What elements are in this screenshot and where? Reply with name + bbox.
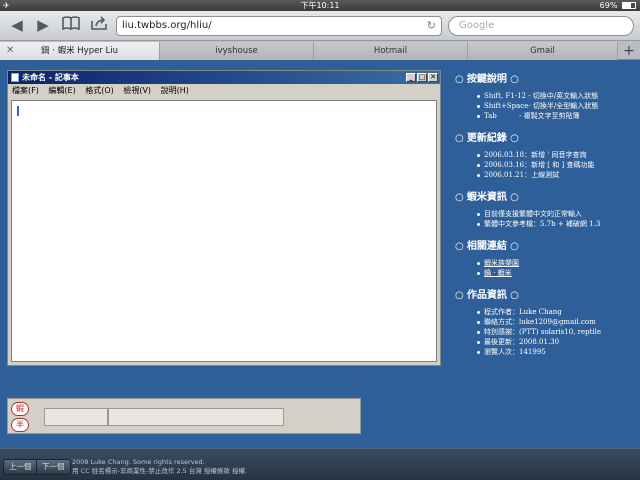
menu-format[interactable]: 格式(O) (85, 86, 114, 95)
close-tab-icon[interactable]: ✕ (6, 42, 14, 60)
new-tab-plus-icon[interactable]: + (618, 42, 640, 60)
ime-mode-toggle[interactable]: 蝦 (11, 402, 29, 416)
maximize-icon[interactable]: □ (417, 73, 427, 82)
browser-toolbar: ◀ ▶ liu.twbbs.org/hliu/ ↻ Google (0, 11, 640, 41)
battery-percent: 69% (599, 1, 618, 10)
tab-hotmail[interactable]: Hotmail (314, 42, 468, 60)
tab-label: ivyshouse (215, 46, 258, 56)
notepad-window: 未命名 - 記事本 _ □ ✕ 檔案(F) 編輯(E) 格式(O) 檢視(V) 說明… (7, 70, 441, 366)
list-item: 2006.03.18：新增 ' 同音字查詢 (477, 150, 635, 160)
section-title: ○ 更新紀錄 ○ (455, 133, 519, 144)
menu-view[interactable]: 檢視(V) (123, 86, 151, 95)
list-item: Shift+Space- 切換半/全型輸入狀態 (477, 101, 635, 111)
share-icon[interactable] (86, 15, 112, 35)
forward-arrow-icon[interactable]: ▶ (30, 15, 56, 35)
battery-indicator: 69% (600, 0, 636, 11)
list-item: 瀏覽人次：141995 (477, 347, 635, 357)
license-text: 用 CC 姓名標示-非商業性-禁止改作 2.5 台灣 授權條款 授權. (72, 467, 248, 475)
section-links: ○ 相關連結 ○ 蝦米族樂園 鍋 · 蝦米 (455, 237, 635, 278)
list-item: 蝦米族樂園 (477, 258, 635, 268)
previous-button[interactable]: 上一個 (3, 459, 38, 475)
list-item: 程式作者：Luke Chang (477, 307, 635, 317)
section-title: ○ 相關連結 ○ (455, 241, 519, 252)
ime-code-box[interactable] (44, 408, 108, 426)
close-icon[interactable]: ✕ (428, 73, 438, 82)
text-caret (17, 106, 19, 116)
bookmarks-icon[interactable] (58, 15, 84, 35)
width-mode-toggle[interactable]: 半 (11, 418, 29, 432)
tab-bar: ✕ 鍋 · 蝦米 Hyper Liu ivyshouse Hotmail Gma… (0, 41, 640, 60)
status-bar: ✈ 下午10:11 69% (0, 0, 640, 11)
list-item: 2006.01.21：上線測試 (477, 170, 635, 180)
notepad-text-area[interactable] (11, 100, 437, 362)
back-arrow-icon[interactable]: ◀ (4, 15, 30, 35)
notepad-menu-bar: 檔案(F) 編輯(E) 格式(O) 檢視(V) 說明(H) (8, 84, 440, 98)
list-item: 最後更新：2008.01.30 (477, 337, 635, 347)
url-text: liu.twbbs.org/hliu/ (122, 20, 212, 31)
tab-label: Gmail (530, 46, 555, 56)
menu-help[interactable]: 說明(H) (161, 86, 189, 95)
section-title: ○ 作品資訊 ○ (455, 290, 519, 301)
list-item: Tab - 複製文字至剪貼簿 (477, 111, 635, 121)
tab-ivyshouse[interactable]: ivyshouse (160, 42, 314, 60)
copyright-text: 2008 Luke Chang. Some rights reserved. 用… (72, 458, 248, 475)
section-about: ○ 作品資訊 ○ 程式作者：Luke Chang 聯絡方式：luke1209@g… (455, 286, 635, 357)
section-title: ○ 蝦米資訊 ○ (455, 192, 519, 203)
list-item: 2006.03.16：新增 [ 和 ] 查碼功能 (477, 160, 635, 170)
section-title: ○ 按鍵說明 ○ (455, 74, 519, 85)
notepad-app-icon (11, 73, 19, 82)
link-liu-paradise[interactable]: 蝦米族樂園 (484, 259, 519, 267)
address-bar[interactable]: liu.twbbs.org/hliu/ ↻ (116, 16, 442, 36)
ime-candidate-box[interactable] (108, 408, 284, 426)
minimize-icon[interactable]: _ (406, 73, 416, 82)
next-button[interactable]: 下一個 (36, 459, 71, 475)
section-info: ○ 蝦米資訊 ○ 目前僅支援繁體中文的正常輸入 繁體中文參考檔：5.7b + 補… (455, 188, 635, 229)
list-item: 聯絡方式：luke1209@gmail.com (477, 317, 635, 327)
tab-hyper-liu[interactable]: ✕ 鍋 · 蝦米 Hyper Liu (0, 42, 160, 60)
notepad-title: 未命名 - 記事本 (22, 73, 79, 82)
link-hyper-liu[interactable]: 鍋 · 蝦米 (484, 269, 512, 277)
list-item: 特別感謝：(PTT) solaris10, reptile (477, 327, 635, 337)
ime-input-bar: 蝦 半 (7, 398, 361, 434)
list-item: 鍋 · 蝦米 (477, 268, 635, 278)
list-item: Shift, F1-12 - 切換中/英文輸入狀態 (477, 91, 635, 101)
tab-label: Hotmail (373, 46, 408, 56)
menu-file[interactable]: 檔案(F) (12, 86, 39, 95)
footer-bar: 上一個 下一個 2008 Luke Chang. Some rights res… (0, 448, 640, 480)
section-key-help: ○ 按鍵說明 ○ Shift, F1-12 - 切換中/英文輸入狀態 Shift… (455, 70, 635, 121)
battery-icon (622, 2, 636, 9)
info-panel: ○ 按鍵說明 ○ Shift, F1-12 - 切換中/英文輸入狀態 Shift… (455, 70, 635, 365)
section-changelog: ○ 更新紀錄 ○ 2006.03.18：新增 ' 同音字查詢 2006.03.1… (455, 129, 635, 180)
notepad-title-bar: 未命名 - 記事本 _ □ ✕ (8, 71, 440, 84)
status-time: 下午10:11 (300, 1, 340, 10)
tab-gmail[interactable]: Gmail (468, 42, 618, 60)
tab-label: 鍋 · 蝦米 Hyper Liu (40, 46, 119, 56)
menu-edit[interactable]: 編輯(E) (48, 86, 75, 95)
list-item: 繁體中文參考檔：5.7b + 補破網 1.3 (477, 219, 635, 229)
list-item: 目前僅支援繁體中文的正常輸入 (477, 209, 635, 219)
author-link[interactable]: Luke Chang (91, 458, 129, 466)
search-field[interactable]: Google (448, 16, 634, 36)
reload-icon[interactable]: ↻ (427, 17, 436, 35)
